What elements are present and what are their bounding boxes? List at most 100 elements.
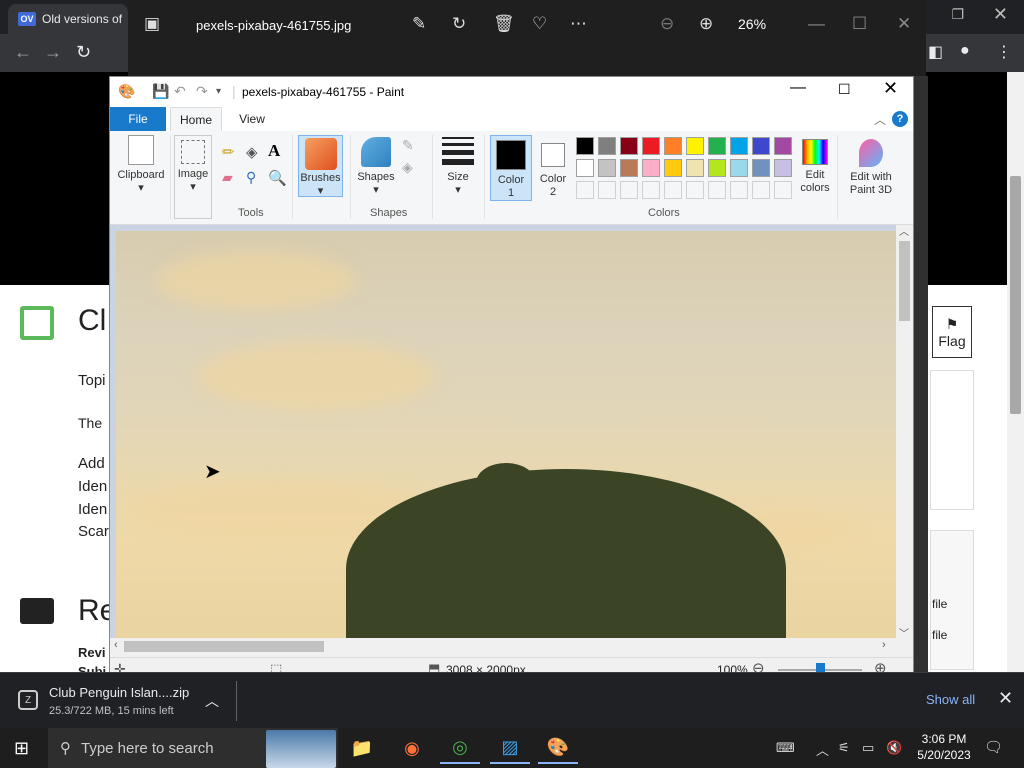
color-swatch[interactable]: [752, 137, 770, 155]
color-swatch[interactable]: [664, 159, 682, 177]
firefox-icon[interactable]: ◉: [392, 732, 432, 764]
tab-home[interactable]: Home: [170, 107, 222, 131]
color-swatch[interactable]: [752, 159, 770, 177]
ribbon-collapse-icon[interactable]: ︿: [874, 111, 886, 128]
chrome-icon[interactable]: ◎: [440, 732, 480, 764]
color-swatch[interactable]: [576, 137, 594, 155]
color-swatch[interactable]: [598, 137, 616, 155]
profile-icon[interactable]: ●: [960, 42, 970, 60]
scroll-right-icon[interactable]: ›: [882, 639, 886, 651]
pencil-icon[interactable]: ✏: [222, 143, 235, 161]
clock[interactable]: 3:06 PM 5/20/2023: [912, 731, 976, 763]
size-button[interactable]: Size ▾: [438, 135, 478, 197]
tab-file[interactable]: File: [110, 107, 166, 131]
paint-maximize-icon[interactable]: ☐: [838, 81, 851, 98]
back-arrow-icon[interactable]: ←: [14, 42, 32, 63]
forward-arrow-icon[interactable]: →: [44, 42, 62, 63]
browser-restore-icon[interactable]: ❐: [951, 6, 964, 23]
custom-color-swatch[interactable]: [620, 181, 638, 199]
flag-button[interactable]: ⚑ Flag: [932, 306, 972, 358]
file-link[interactable]: file: [932, 628, 947, 642]
keyboard-icon[interactable]: ⌨: [776, 740, 795, 756]
edit-with-paint3d-button[interactable]: Edit with Paint 3D: [842, 135, 900, 197]
color-swatch[interactable]: [598, 159, 616, 177]
quick-access-dropdown-icon[interactable]: ▾: [216, 86, 221, 97]
color-swatch[interactable]: [620, 137, 638, 155]
color-swatch[interactable]: [730, 137, 748, 155]
custom-color-swatch[interactable]: [576, 181, 594, 199]
help-icon[interactable]: ?: [892, 111, 908, 127]
image-button[interactable]: Image ▾: [174, 135, 212, 219]
show-all-button[interactable]: Show all: [926, 692, 975, 707]
paint-minimize-icon[interactable]: —: [790, 79, 806, 97]
custom-color-swatch[interactable]: [708, 181, 726, 199]
paint-close-icon[interactable]: ✕: [883, 78, 898, 99]
color-swatch[interactable]: [642, 159, 660, 177]
color2-button[interactable]: Color 2: [536, 135, 570, 199]
shapes-button[interactable]: Shapes ▾: [354, 135, 398, 197]
eraser-icon[interactable]: ▰: [222, 169, 233, 186]
custom-color-swatch[interactable]: [642, 181, 660, 199]
clipboard-button[interactable]: Clipboard ▾: [116, 135, 166, 195]
redo-icon[interactable]: ↷: [196, 83, 208, 100]
web-scrollbar-thumb[interactable]: [1010, 176, 1021, 414]
color-swatch[interactable]: [730, 159, 748, 177]
zoom-out-icon[interactable]: ⊖: [660, 14, 674, 34]
color-swatch[interactable]: [576, 159, 594, 177]
delete-icon[interactable]: 🗑: [493, 14, 515, 34]
close-icon[interactable]: ✕: [998, 688, 1013, 709]
color-swatch[interactable]: [774, 137, 792, 155]
color-swatch[interactable]: [664, 137, 682, 155]
notifications-icon[interactable]: 🗨: [984, 738, 1003, 756]
color-picker-icon[interactable]: ⚲: [246, 169, 256, 186]
edit-colors-button[interactable]: Edit colors: [798, 135, 832, 195]
favorite-heart-icon[interactable]: ♡: [532, 14, 547, 34]
photos-close-icon[interactable]: ✕: [897, 14, 911, 34]
network-icon[interactable]: ⚟: [838, 740, 850, 756]
browser-tab[interactable]: OV Old versions of: [8, 4, 128, 34]
edit-image-icon[interactable]: ✎: [412, 14, 426, 34]
color1-button[interactable]: Color 1: [490, 135, 532, 201]
custom-color-swatch[interactable]: [752, 181, 770, 199]
more-options-icon[interactable]: ⋯: [570, 14, 587, 34]
chevron-up-icon[interactable]: ︿: [816, 740, 829, 759]
ethernet-icon[interactable]: ▭: [862, 740, 874, 756]
color-swatch[interactable]: [774, 159, 792, 177]
shape-fill-icon[interactable]: ◈: [402, 159, 413, 176]
color-swatch[interactable]: [620, 159, 638, 177]
scroll-down-icon[interactable]: ﹀: [899, 625, 909, 640]
custom-color-swatch[interactable]: [730, 181, 748, 199]
custom-color-swatch[interactable]: [664, 181, 682, 199]
undo-icon[interactable]: ↶: [174, 83, 186, 100]
color-swatch[interactable]: [642, 137, 660, 155]
scroll-up-icon[interactable]: ︿: [899, 223, 909, 238]
photos-minimize-icon[interactable]: —: [808, 14, 825, 34]
outline-icon[interactable]: ✎: [402, 137, 414, 154]
browser-close-icon[interactable]: ✕: [993, 4, 1008, 25]
zoom-in-icon[interactable]: ⊕: [699, 14, 713, 34]
color-swatch[interactable]: [708, 159, 726, 177]
custom-color-swatch[interactable]: [774, 181, 792, 199]
browser-menu-icon[interactable]: ⋮: [996, 42, 1012, 62]
fill-bucket-icon[interactable]: ◈: [246, 143, 258, 161]
text-tool-icon[interactable]: A: [268, 141, 280, 161]
reload-icon[interactable]: ↻: [76, 42, 91, 63]
volume-muted-icon[interactable]: 🔇: [886, 740, 902, 756]
rotate-icon[interactable]: ↻: [452, 14, 466, 34]
scroll-left-icon[interactable]: ‹: [114, 639, 118, 651]
chevron-up-icon[interactable]: ︿: [205, 691, 219, 711]
paint-icon[interactable]: 🎨: [538, 732, 578, 764]
magnifier-icon[interactable]: 🔍: [268, 169, 287, 187]
tab-view[interactable]: View: [230, 107, 274, 131]
side-panel-icon[interactable]: ◧: [928, 42, 943, 62]
vertical-scroll-thumb[interactable]: [899, 241, 910, 321]
windows-start-icon[interactable]: ⊞: [14, 738, 29, 759]
color-swatch[interactable]: [708, 137, 726, 155]
photos-maximize-icon[interactable]: ☐: [852, 14, 867, 34]
canvas-image[interactable]: [116, 231, 896, 643]
custom-color-swatch[interactable]: [686, 181, 704, 199]
download-filename[interactable]: Club Penguin Islan....zip: [49, 685, 189, 700]
photos-icon[interactable]: ▨: [490, 732, 530, 764]
color-swatch[interactable]: [686, 137, 704, 155]
custom-color-swatch[interactable]: [598, 181, 616, 199]
